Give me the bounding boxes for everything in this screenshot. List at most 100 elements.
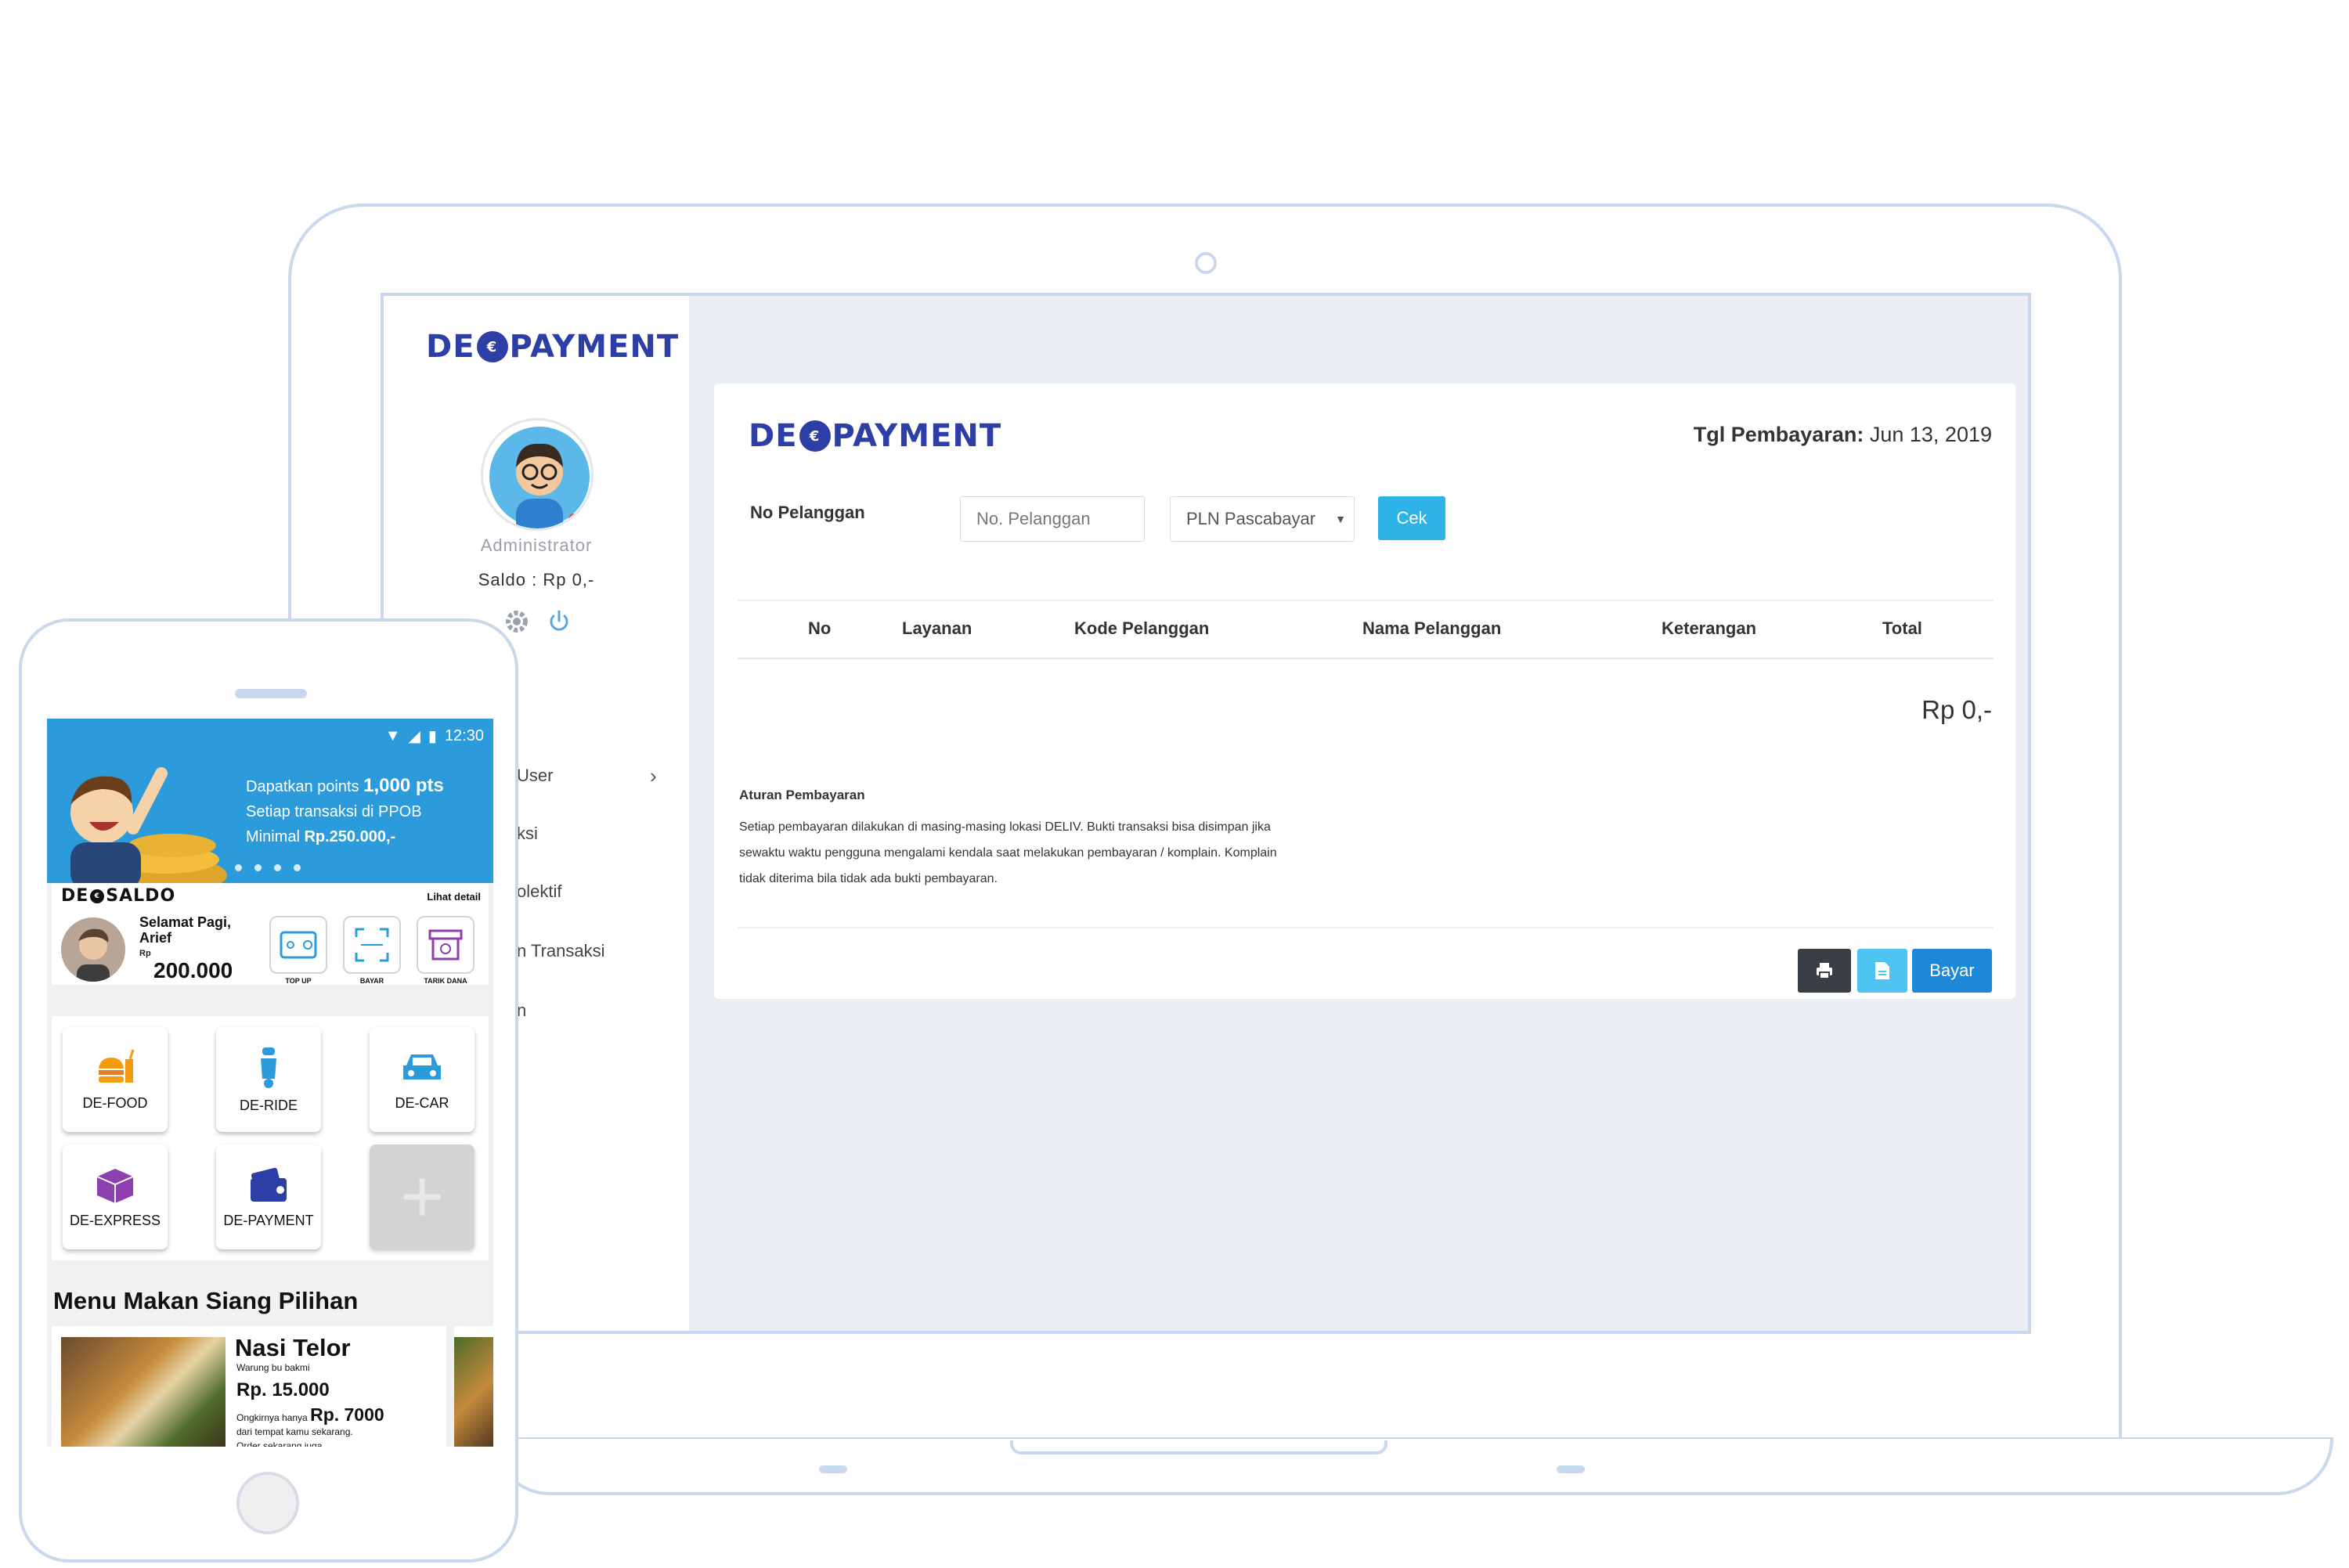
service-label: DE-CAR <box>395 1094 449 1111</box>
food-name: Nasi Telor <box>235 1334 351 1361</box>
col-total: Total <box>1882 618 1922 638</box>
greeting-line1: Selamat Pagi, <box>139 914 232 930</box>
topup-label: TOP UP <box>285 977 312 985</box>
sidebar-item-kolektif[interactable]: olektif <box>517 881 561 902</box>
carousel-dot[interactable] <box>294 864 301 871</box>
ongkir-value: Rp. 7000 <box>310 1404 384 1425</box>
check-button[interactable]: Cek <box>1378 496 1445 540</box>
logo-prefix: DE <box>749 418 798 454</box>
banner-line3: Minimal <box>246 828 300 845</box>
food-card-next[interactable] <box>454 1326 493 1447</box>
status-time: 12:30 <box>444 727 484 744</box>
service-de-ride[interactable]: DE-RIDE <box>216 1027 321 1132</box>
plus-icon: + <box>399 1155 445 1238</box>
power-icon[interactable] <box>545 607 573 636</box>
phone-screen: ▼ ◢ ▮ 12:30 Dapatkan points 1,000 pts Se… <box>47 719 493 1447</box>
food-note: dari tempat kamu sekarang. <box>236 1426 353 1437</box>
pay-scan-button[interactable] <box>343 916 401 974</box>
carousel-dots[interactable] <box>235 864 301 871</box>
rules-line: Setiap pembayaran dilakukan di masing-ma… <box>739 820 1271 834</box>
laptop-notch <box>1010 1440 1387 1454</box>
payment-card: DE € PAYMENT Tgl Pembayaran: Jun 13, 201… <box>714 384 2015 999</box>
logo-coin-icon: € <box>90 889 105 903</box>
sidebar-logo[interactable]: DE € PAYMENT <box>426 329 679 365</box>
food-image <box>61 1337 226 1447</box>
gear-icon[interactable] <box>503 607 531 636</box>
sidebar-item-transaksi[interactable]: ksi <box>517 824 538 844</box>
status-bar: ▼ ◢ ▮ 12:30 <box>385 726 484 746</box>
col-nama-pelanggan: Nama Pelanggan <box>1362 618 1502 638</box>
service-de-express[interactable]: DE-EXPRESS <box>63 1144 168 1249</box>
laptop-foot <box>1557 1465 1585 1473</box>
phone-speaker <box>235 689 307 698</box>
atm-icon <box>428 929 463 961</box>
banner-text: Dapatkan points 1,000 pts Setiap transak… <box>246 773 444 849</box>
service-de-car[interactable]: DE-CAR <box>370 1027 474 1132</box>
banner-points: 1,000 pts <box>363 775 444 796</box>
banner-line2: Setiap transaksi di PPOB <box>246 803 422 820</box>
pdf-button[interactable] <box>1857 949 1907 993</box>
col-keterangan: Keterangan <box>1662 618 1757 638</box>
topup-button[interactable] <box>269 916 327 974</box>
detail-link[interactable]: Lihat detail <box>427 891 481 903</box>
wifi-icon: ▼ <box>384 727 401 744</box>
sidebar-item-riwayat-transaksi[interactable]: n Transaksi <box>517 941 605 961</box>
rules-text: Setiap pembayaran dilakukan di masing-ma… <box>739 814 1366 892</box>
user-avatar[interactable] <box>61 917 125 982</box>
admin-role: Administrator <box>480 535 593 555</box>
food-card[interactable]: Nasi Telor Warung bu bakmi Rp. 15.000 On… <box>52 1326 446 1447</box>
carousel-dot[interactable] <box>235 864 242 871</box>
rules-line: tidak diterima bila tidak ada bukti pemb… <box>739 872 998 885</box>
phone-home-button[interactable] <box>236 1472 299 1534</box>
grand-total: Rp 0,- <box>1921 695 1992 724</box>
wallet-icon <box>280 931 317 959</box>
laptop-screen: DE € PAYMENT Administrator Saldo : Rp 0,… <box>381 293 2031 1334</box>
service-select[interactable]: PLN Pascabayar ▼ <box>1170 496 1355 542</box>
car-icon <box>403 1054 441 1080</box>
add-service-button[interactable]: + <box>370 1144 474 1249</box>
withdraw-button[interactable] <box>417 916 474 974</box>
service-de-food[interactable]: DE-FOOD <box>63 1027 168 1132</box>
dropdown-arrow-icon: ▼ <box>1335 513 1346 525</box>
carousel-dot[interactable] <box>274 864 281 871</box>
chevron-right-icon: › <box>650 764 657 788</box>
sidebar-item-user[interactable]: User <box>517 766 553 786</box>
battery-icon: ▮ <box>428 728 437 745</box>
sidebar-saldo: Saldo : Rp 0,- <box>478 570 595 589</box>
food-image <box>454 1337 493 1447</box>
rules-line: sewaktu waktu pengguna mengalami kendala… <box>739 846 1277 860</box>
lunch-menu-title: Menu Makan Siang Pilihan <box>53 1287 359 1314</box>
promo-banner[interactable]: ▼ ◢ ▮ 12:30 Dapatkan points 1,000 pts Se… <box>47 719 493 883</box>
pay-button[interactable]: Bayar <box>1912 949 1992 993</box>
carousel-dot[interactable] <box>254 864 262 871</box>
service-select-value: PLN Pascabayar <box>1186 509 1316 528</box>
service-label: DE-FOOD <box>82 1094 148 1111</box>
greeting-name: Arief <box>139 930 172 946</box>
logo-coin-icon: € <box>799 420 831 452</box>
service-grid: DE-FOOD DE-RIDE DE-CAR DE-EXPRESS DE-PAY… <box>52 1016 489 1260</box>
logo-suffix: SALDO <box>106 886 176 906</box>
printer-icon <box>1817 963 1832 979</box>
logo-suffix: PAYMENT <box>832 418 1002 454</box>
banner-minimum: Rp.250.000,- <box>304 828 396 845</box>
balance-amount: 200.000 <box>153 958 233 982</box>
food-price: Rp. 15.000 <box>236 1379 330 1400</box>
customer-number-input[interactable]: No. Pelanggan <box>960 496 1145 542</box>
service-label: DE-PAYMENT <box>223 1212 314 1228</box>
print-button[interactable] <box>1798 949 1851 993</box>
logo-suffix: PAYMENT <box>509 329 680 365</box>
currency-label: Rp <box>139 949 151 958</box>
food-note: Order sekarang juga. <box>236 1440 325 1447</box>
col-layanan: Layanan <box>902 618 972 638</box>
greeting: Selamat Pagi, Arief <box>139 914 231 946</box>
service-de-payment[interactable]: DE-PAYMENT <box>216 1144 321 1249</box>
logo-prefix: DE <box>426 329 475 365</box>
laptop-base <box>493 1439 2333 1495</box>
divider <box>738 927 1994 928</box>
admin-avatar[interactable] <box>481 418 594 531</box>
service-label: DE-EXPRESS <box>69 1212 161 1228</box>
col-kode-pelanggan: Kode Pelanggan <box>1074 618 1210 638</box>
desaldo-logo: DE € SALDO <box>61 886 175 906</box>
logo-prefix: DE <box>61 886 89 906</box>
mascot-illustration <box>70 767 227 883</box>
